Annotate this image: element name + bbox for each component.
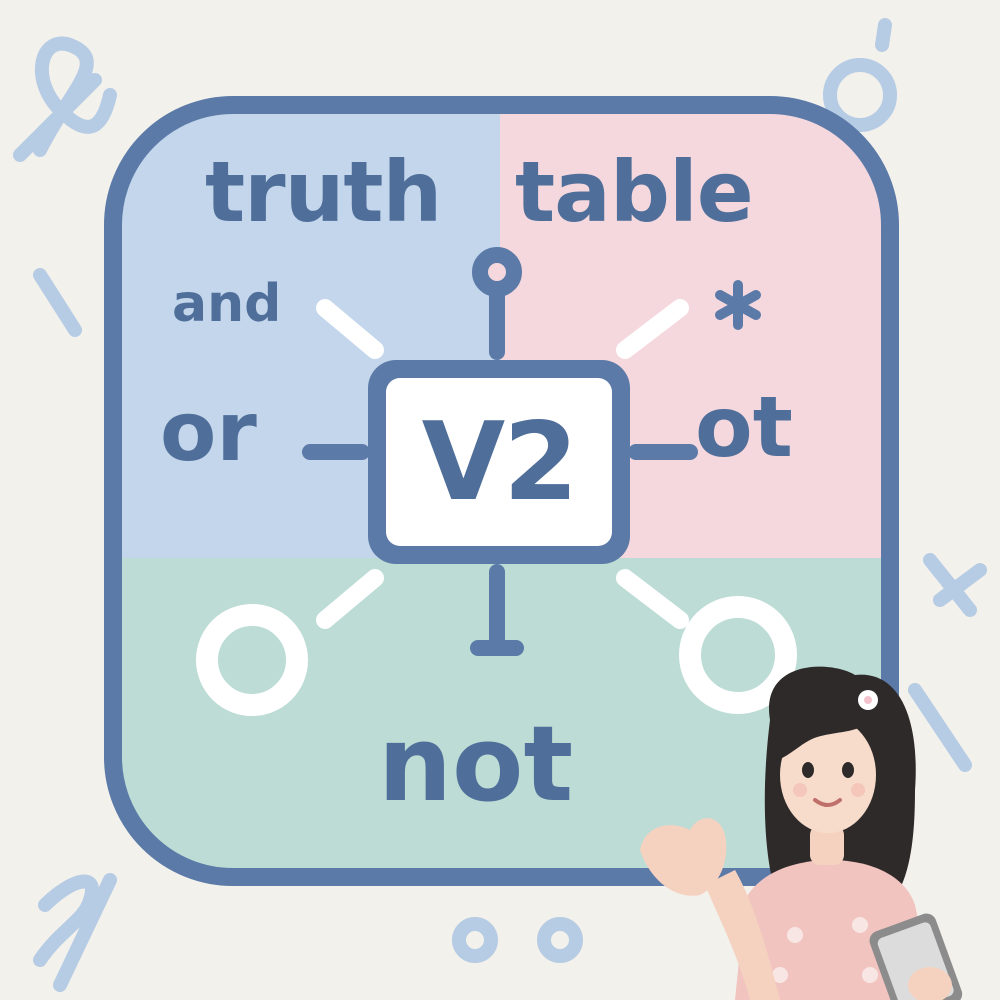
line-doodle-icon	[33, 268, 82, 337]
ribbon-doodle-icon	[13, 73, 102, 162]
label-or: or	[160, 385, 257, 480]
connector-top-knob	[472, 247, 522, 297]
label-and: and	[172, 274, 282, 334]
asterisk-doodle-icon	[923, 553, 987, 617]
center-label: V2	[421, 399, 579, 525]
label-not: not	[378, 703, 574, 825]
ring-doodle-icon	[452, 917, 498, 963]
title-word-table: table	[515, 143, 754, 241]
label-ot: ot	[695, 378, 793, 476]
line-doodle-icon	[908, 683, 972, 772]
title-word-truth: truth	[205, 143, 442, 241]
ring-doodle-stem	[875, 18, 892, 52]
ring-doodle-icon	[537, 917, 583, 963]
